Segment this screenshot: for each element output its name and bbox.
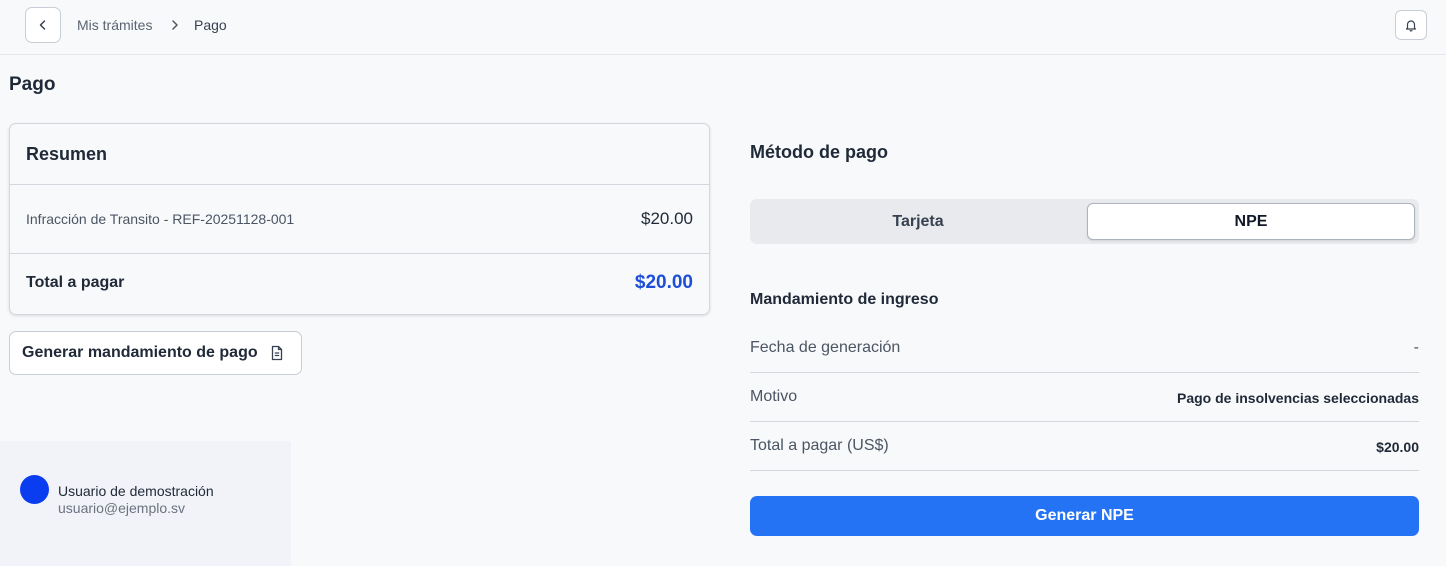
detail-row-reason: Motivo Pago de insolvencias seleccionada… (750, 373, 1419, 422)
tab-tarjeta[interactable]: Tarjeta (750, 199, 1086, 244)
summary-title: Resumen (10, 124, 709, 185)
user-panel: Usuario de demostración usuario@ejemplo.… (0, 441, 291, 566)
payment-method-tabs: Tarjeta NPE (750, 199, 1419, 244)
detail-row-total: Total a pagar (US$) $20.00 (750, 422, 1419, 471)
breadcrumb-mis-tramites[interactable]: Mis trámites (77, 17, 152, 33)
generate-payment-order-label: Generar mandamiento de pago (22, 344, 258, 361)
payment-method-title: Método de pago (750, 142, 888, 162)
breadcrumb-pago: Pago (194, 17, 227, 33)
top-bar: Mis trámites Pago (0, 0, 1446, 55)
chevron-right-icon (168, 17, 182, 33)
page-title: Pago (9, 74, 56, 95)
summary-total-amount: $20.00 (634, 272, 693, 293)
detail-value: Pago de insolvencias seleccionadas (1177, 390, 1419, 406)
detail-label: Motivo (750, 388, 798, 405)
summary-item-row: Infracción de Transito - REF-20251128-00… (10, 185, 709, 254)
back-button[interactable] (25, 7, 61, 43)
chevron-left-icon (39, 20, 46, 30)
user-name: Usuario de demostración (58, 483, 214, 499)
user-email: usuario@ejemplo.sv (58, 500, 186, 516)
document-icon (271, 345, 282, 361)
detail-value: $20.00 (1376, 439, 1419, 455)
summary-item-amount: $20.00 (641, 209, 693, 228)
tab-npe[interactable]: NPE (1087, 203, 1415, 240)
detail-row-generation-date: Fecha de generación - (750, 324, 1419, 373)
detail-label: Total a pagar (US$) (750, 437, 889, 454)
payment-order-title: Mandamiento de ingreso (750, 291, 939, 308)
bell-icon (1405, 20, 1417, 32)
summary-total-label: Total a pagar (26, 274, 125, 291)
avatar (20, 475, 49, 504)
notifications-button[interactable] (1395, 10, 1427, 40)
generate-npe-button[interactable]: Generar NPE (750, 496, 1419, 536)
detail-label: Fecha de generación (750, 339, 901, 356)
summary-card: Resumen Infracción de Transito - REF-202… (9, 123, 710, 315)
detail-value: - (1413, 339, 1419, 356)
generate-payment-order-button[interactable]: Generar mandamiento de pago (9, 331, 302, 375)
summary-total-row: Total a pagar $20.00 (10, 254, 709, 314)
summary-item-label: Infracción de Transito - REF-20251128-00… (26, 211, 295, 227)
